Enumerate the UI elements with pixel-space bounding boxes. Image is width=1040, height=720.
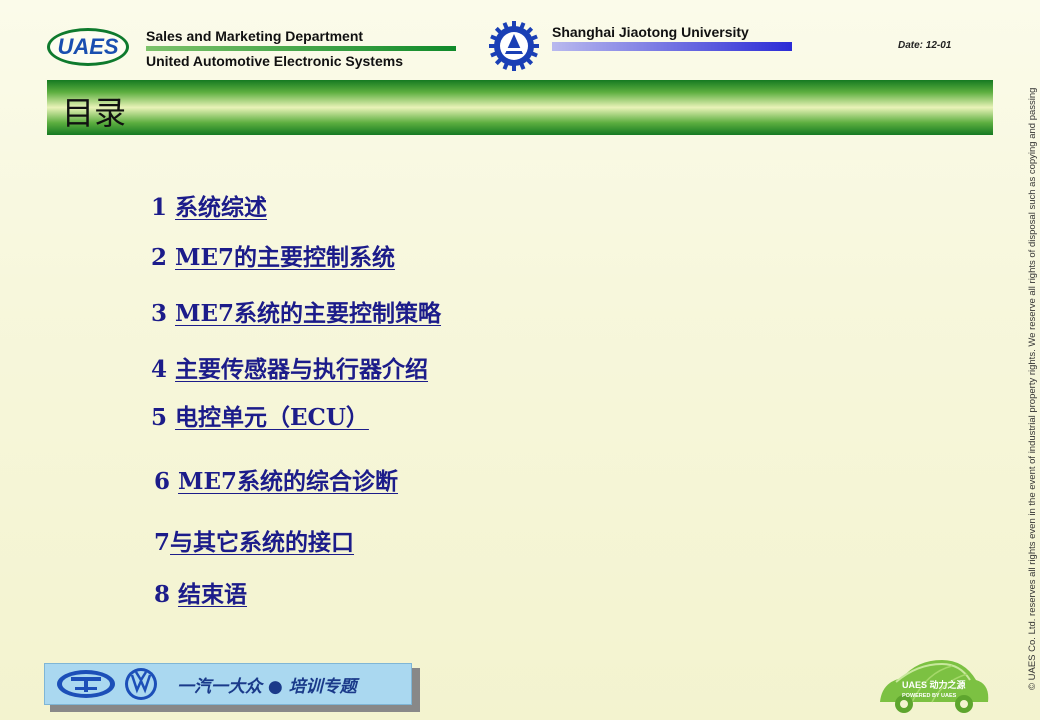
footer-banner: 一汽一大众 ● 培训专题	[44, 663, 412, 705]
toc-link[interactable]: ME7的主要控制系统	[175, 244, 395, 271]
toc-item: 1 系统综述	[151, 188, 267, 222]
blue-divider	[552, 42, 792, 51]
toc-item: 4 主要传感器与执行器介绍	[151, 350, 428, 384]
toc-link[interactable]: ME7系统的主要控制策略	[175, 300, 441, 327]
toc-number: 2	[151, 244, 176, 271]
toc-item: 7与其它系统的接口	[154, 523, 354, 557]
department-name: Sales and Marketing Department	[146, 28, 364, 44]
footer-text: 一汽一大众 ● 培训专题	[177, 676, 357, 697]
toc-link[interactable]: ME7系统的综合诊断	[178, 468, 398, 495]
date-label: Date: 12-01	[898, 40, 952, 51]
toc-link[interactable]: 结束语	[178, 581, 247, 608]
vw-logo-icon	[125, 668, 157, 700]
toc-number: 7	[154, 529, 171, 556]
university-name: Shanghai Jiaotong University	[552, 24, 749, 40]
toc-link[interactable]: 电控单元（ECU）	[175, 404, 369, 431]
toc-item: 5 电控单元（ECU）	[151, 398, 369, 432]
green-divider	[146, 46, 456, 51]
toc-number: 1	[151, 194, 176, 221]
faw-logo-icon	[57, 670, 115, 698]
toc-item: 6 ME7系统的综合诊断	[154, 462, 398, 496]
toc-item: 2 ME7的主要控制系统	[151, 238, 395, 272]
uaes-logo: UAES	[47, 28, 129, 66]
toc-item: 8 结束语	[154, 575, 247, 609]
company-name: United Automotive Electronic Systems	[146, 53, 403, 69]
toc-link[interactable]: 与其它系统的接口	[170, 529, 354, 556]
university-block: Shanghai Jiaotong University	[552, 24, 792, 51]
uaes-car-logo: UAES 动力之源 POWERED BY UAES	[880, 660, 989, 713]
toc-number: 8	[154, 581, 179, 608]
toc-link[interactable]: 主要传感器与执行器介绍	[175, 356, 428, 383]
toc-item: 3 ME7系统的主要控制策略	[151, 294, 441, 328]
toc-number: 5	[151, 404, 176, 431]
department-block: Sales and Marketing Department United Au…	[146, 28, 456, 69]
toc-number: 3	[151, 300, 176, 327]
sjtu-emblem-icon	[489, 21, 539, 71]
toc-link[interactable]: 系统综述	[175, 194, 267, 221]
page-title: 目录	[62, 94, 127, 132]
toc-number: 4	[151, 356, 176, 383]
car-logo-text-1: UAES 动力之源	[902, 679, 966, 690]
copyright-notice: © UAES Co. Ltd. reserves all rights even…	[1027, 87, 1038, 690]
toc-number: 6	[154, 468, 179, 495]
car-logo-text-2: POWERED BY UAES	[902, 693, 957, 699]
title-bar	[47, 80, 993, 135]
